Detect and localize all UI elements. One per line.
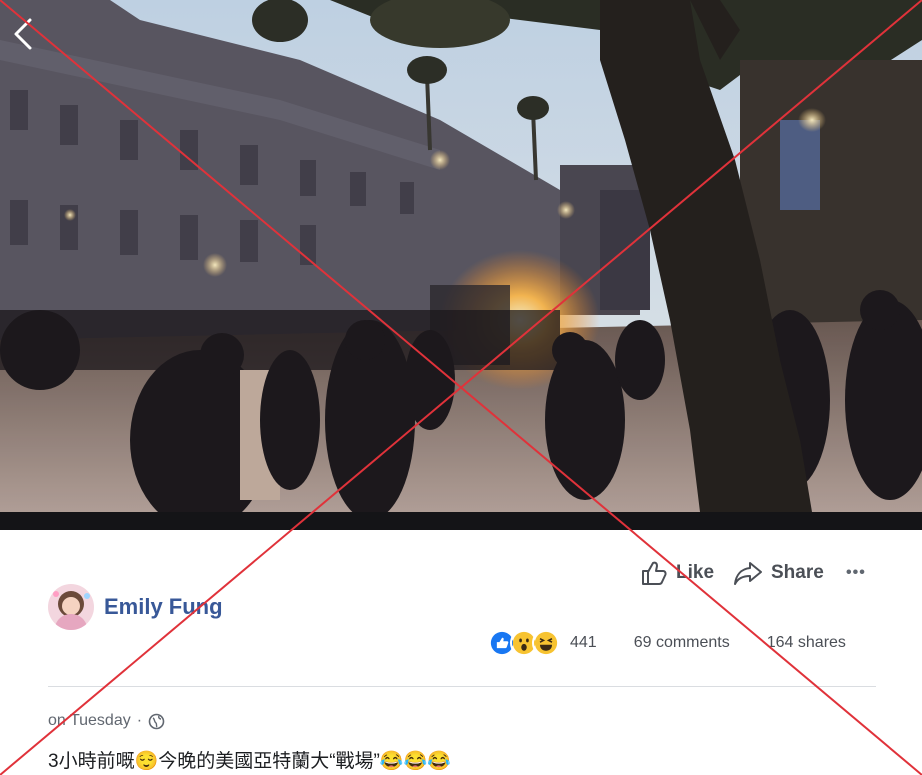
post-stats: 441 69 comments 164 shares (488, 628, 876, 658)
avatar-image (48, 584, 94, 630)
avatar[interactable] (48, 584, 94, 630)
divider (48, 686, 876, 687)
reactions-summary[interactable] (488, 629, 560, 657)
thumbs-up-icon (642, 561, 667, 585)
post-author: Emily Fung (48, 584, 223, 630)
haha-reaction-icon (532, 629, 560, 657)
shares-count[interactable]: 164 shares (767, 634, 846, 652)
share-label: Share (771, 562, 824, 583)
reaction-count[interactable]: 441 (570, 634, 597, 652)
author-name[interactable]: Emily Fung (104, 594, 223, 620)
back-button[interactable] (8, 14, 38, 54)
comments-count[interactable]: 69 comments (634, 634, 730, 652)
post-text: 3小時前嘅😌今晚的美國亞特蘭大“戰場”😂😂😂 (48, 751, 451, 772)
post-meta: on Tuesday · (48, 712, 165, 730)
video-bottom-bar (0, 512, 922, 530)
like-label: Like (676, 562, 715, 583)
share-button[interactable]: Share (733, 558, 824, 588)
meta-separator: · (136, 712, 143, 729)
chevron-left-icon (14, 18, 32, 50)
globe-icon[interactable] (148, 713, 165, 730)
video-player[interactable] (0, 0, 922, 512)
more-options-icon: ••• (846, 564, 866, 581)
share-arrow-icon (734, 562, 762, 585)
more-options-button[interactable]: ••• (846, 558, 866, 588)
video-frame (0, 0, 922, 512)
post-timestamp[interactable]: on Tuesday (48, 712, 131, 730)
like-button[interactable]: Like (640, 558, 714, 588)
